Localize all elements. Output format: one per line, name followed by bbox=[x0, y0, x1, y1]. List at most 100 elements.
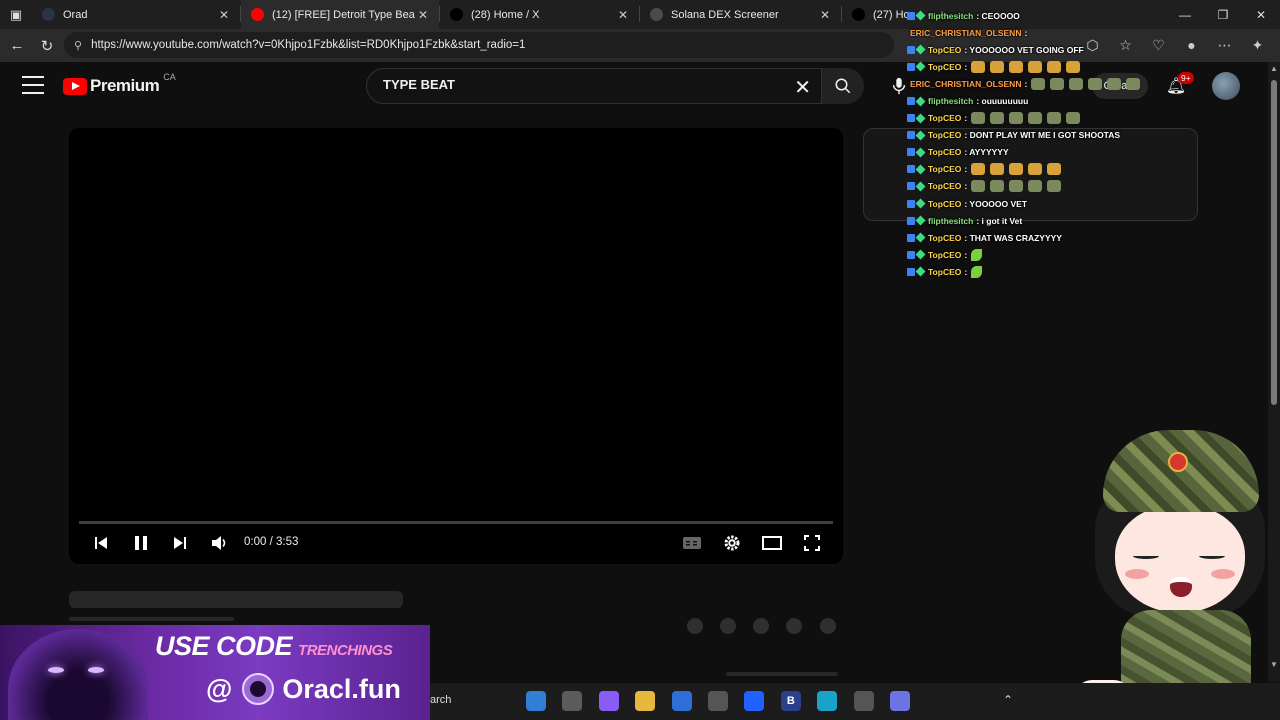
browser-tab[interactable]: Orad ✕ bbox=[32, 0, 240, 29]
soldier-emote-icon bbox=[1009, 112, 1024, 125]
fire-emote-icon bbox=[1047, 60, 1062, 73]
close-tab-icon[interactable]: ✕ bbox=[817, 8, 833, 22]
system-tray-chevron-icon[interactable]: ⌃ bbox=[1003, 693, 1013, 707]
chat-emotes bbox=[971, 265, 987, 278]
taskbar-search[interactable]: arch bbox=[430, 694, 451, 706]
fire-emote-icon bbox=[990, 163, 1005, 176]
account-avatar[interactable] bbox=[1212, 72, 1240, 100]
fullscreen-button[interactable] bbox=[800, 530, 824, 556]
close-tab-icon[interactable]: ✕ bbox=[415, 8, 431, 22]
chat-text: : CEOOOO bbox=[976, 10, 1020, 21]
chrome-icon[interactable] bbox=[853, 691, 874, 711]
description-skeleton bbox=[726, 672, 838, 676]
subtitles-button[interactable] bbox=[680, 530, 704, 556]
more-menu-icon[interactable]: ⋯ bbox=[1208, 32, 1241, 58]
next-icon bbox=[174, 537, 186, 549]
copilot-sidebar-icon[interactable]: ✦ bbox=[1241, 32, 1274, 58]
tab-title: (12) [FREE] Detroit Type Beat bbox=[272, 8, 415, 21]
chat-badge-icon bbox=[915, 96, 926, 106]
close-tab-icon[interactable]: ✕ bbox=[216, 8, 232, 22]
globe-icon[interactable] bbox=[526, 691, 546, 711]
profile-icon[interactable]: ● bbox=[1175, 32, 1208, 58]
tab-favicon-icon bbox=[251, 8, 264, 21]
chat-badge-icon bbox=[915, 198, 926, 209]
chat-badge-icon bbox=[915, 44, 926, 55]
chat-platform-icon bbox=[907, 62, 915, 71]
mute-button[interactable] bbox=[208, 530, 232, 556]
chat-text: : DONT PLAY WIT ME I GOT SHOOTAS bbox=[964, 130, 1121, 141]
browser-tab[interactable]: (28) Home / X ✕ bbox=[440, 0, 639, 29]
site-info-icon[interactable]: ⚲ bbox=[74, 39, 82, 52]
chat-text: : bbox=[964, 164, 968, 175]
clear-search-icon[interactable]: ✕ bbox=[794, 75, 811, 100]
chat-badge-icon bbox=[915, 130, 926, 141]
progress-bar[interactable] bbox=[79, 521, 833, 524]
close-tab-icon[interactable]: ✕ bbox=[615, 8, 631, 22]
avatar-face bbox=[1115, 505, 1245, 613]
chat-username: flipthesitch bbox=[928, 96, 974, 107]
dropbox-icon[interactable] bbox=[744, 691, 765, 711]
discord-icon[interactable] bbox=[890, 691, 910, 711]
chat-message: flipthesitch: CEOOOO bbox=[907, 7, 1157, 24]
amazon-icon[interactable] bbox=[708, 691, 728, 711]
promo-line-1: USE CODE TRENCHINGS bbox=[155, 631, 393, 662]
chat-text: : i got it Vet bbox=[976, 215, 1023, 226]
settings-button[interactable] bbox=[720, 530, 744, 556]
folder-icon[interactable] bbox=[635, 691, 656, 711]
pause-button[interactable] bbox=[129, 530, 153, 556]
chat-emotes bbox=[1031, 77, 1145, 90]
chat-message: TopCEO: AYYYYYY bbox=[907, 144, 1157, 161]
volume-icon bbox=[212, 536, 226, 550]
fullscreen-icon bbox=[804, 535, 820, 551]
scroll-up-icon[interactable]: ▲ bbox=[1270, 64, 1278, 73]
reload-icon[interactable]: ↻ bbox=[32, 31, 62, 61]
guide-menu-icon[interactable] bbox=[22, 76, 44, 94]
chat-platform-icon bbox=[907, 233, 915, 242]
chat-emotes bbox=[971, 180, 1066, 193]
logo-text: Premium bbox=[90, 76, 160, 95]
gear-icon bbox=[724, 535, 740, 551]
minimize-icon[interactable]: — bbox=[1166, 0, 1204, 29]
chat-username: TopCEO bbox=[928, 164, 962, 175]
previous-button[interactable] bbox=[89, 530, 113, 556]
hooded-figure-icon bbox=[8, 629, 148, 720]
browser-tab[interactable]: Solana DEX Screener ✕ bbox=[640, 0, 841, 29]
next-button[interactable] bbox=[168, 530, 192, 556]
chat-text: : bbox=[1024, 27, 1028, 38]
tab-actions-icon[interactable]: ▣ bbox=[0, 0, 32, 29]
store-icon[interactable] bbox=[671, 691, 692, 711]
browser-tab[interactable]: (12) [FREE] Detroit Type Beat ✕ bbox=[241, 0, 439, 29]
soldier-emote-icon bbox=[1107, 77, 1122, 90]
video-player[interactable]: 0:00 / 3:53 bbox=[69, 128, 843, 564]
fire-emote-icon bbox=[1047, 163, 1062, 176]
search-button[interactable] bbox=[822, 68, 864, 104]
theater-mode-button[interactable] bbox=[760, 530, 784, 556]
pause-icon bbox=[135, 536, 147, 550]
back-icon[interactable]: ← bbox=[2, 31, 32, 61]
soldier-emote-icon bbox=[1069, 77, 1084, 90]
chat-username: TopCEO bbox=[928, 113, 962, 124]
avatar-blush bbox=[1125, 569, 1149, 579]
fire-emote-icon bbox=[1028, 60, 1043, 73]
chat-platform-icon bbox=[907, 199, 915, 208]
chat-text: : THAT WAS CRAZYYYY bbox=[964, 232, 1062, 243]
scrollbar-thumb[interactable] bbox=[1271, 80, 1277, 405]
b-app-icon[interactable]: B bbox=[780, 691, 801, 711]
youtube-logo[interactable]: Premium CA bbox=[63, 72, 176, 96]
copilot-icon[interactable] bbox=[598, 691, 619, 711]
tab-favicon-icon bbox=[650, 8, 663, 21]
promo-code: TRENCHINGS bbox=[298, 642, 393, 659]
edge-icon[interactable] bbox=[817, 691, 838, 711]
search-input[interactable] bbox=[383, 77, 783, 92]
address-bar[interactable]: ⚲ https://www.youtube.com/watch?v=0Khjpo… bbox=[64, 32, 894, 58]
close-window-icon[interactable]: ✕ bbox=[1242, 0, 1280, 29]
chat-text: : bbox=[964, 113, 968, 124]
chat-badge-icon bbox=[915, 113, 926, 124]
cap-star-icon bbox=[1168, 452, 1188, 472]
chat-username: TopCEO bbox=[928, 198, 962, 209]
task-view-icon[interactable] bbox=[562, 691, 583, 711]
chat-text: : ouuuuuuuu bbox=[976, 96, 1029, 107]
maximize-icon[interactable]: ❐ bbox=[1204, 0, 1242, 29]
action-skeleton bbox=[687, 618, 703, 634]
time-total: 3:53 bbox=[276, 536, 299, 548]
